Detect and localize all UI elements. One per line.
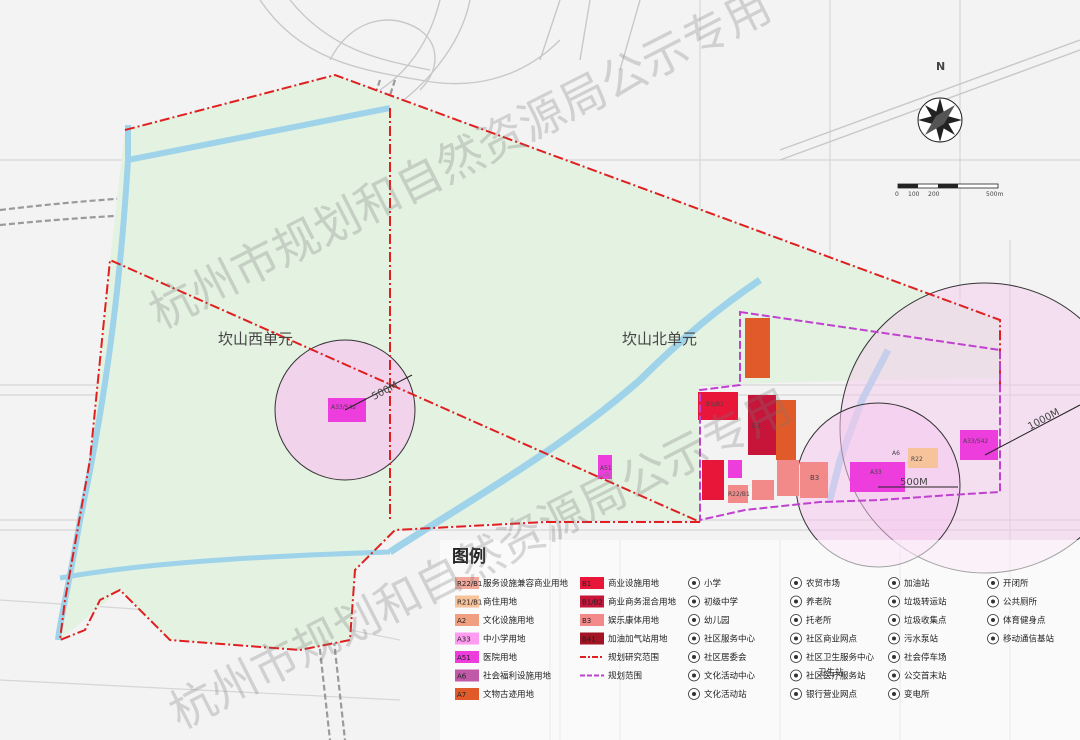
legend-label-col4-0: 农贸市场 [806,578,840,589]
nursing-home-icon-glyph [794,599,798,604]
toilet-icon-glyph [991,599,995,604]
legend-code-col2-0: B1 [582,580,591,588]
unit-label-north: 坎山北单元 [622,330,697,348]
legend-label-col5-6: 变电所 [904,689,930,700]
site-code-east-a33-s42: A33/S42 [963,438,988,445]
legend-label-col4-2: 托老所 [806,615,832,626]
scale-tick-200: 200 [928,191,940,198]
legend-label-col4-1: 养老院 [806,597,832,608]
site-code-r22: R22 [911,456,923,463]
community-shop-icon-glyph [794,636,798,641]
legend-label-col6-0: 开闭所 [1003,578,1029,589]
legend-label-col1-1: 商住用地 [483,597,518,608]
site-code-west-a33: A33/S42 [331,404,356,411]
legend-label-col5-3: 污水泵站 [904,634,939,645]
substation-icon-glyph [892,692,896,696]
legend-label-col4-3: 社区商业网点 [806,634,858,645]
legend-label-col4-4: 社区卫生服务中心 [806,652,875,663]
gas-station-icon-glyph [892,581,896,585]
unit-label-west: 坎山西单元 [218,330,293,348]
sewage-pump-icon-glyph [892,636,896,641]
legend-label-col1-6: 文物古迹用地 [483,689,535,700]
legend-label-col6-2: 体育健身点 [1003,615,1046,626]
legend-label-col5-0: 加油站 [904,578,930,589]
bank-icon-glyph [794,692,798,696]
radius-label-500m-east: 500M [900,477,928,488]
legend-code-col1-3: A33 [457,636,471,644]
legend-code-col1-4: A51 [457,654,471,662]
legend-code-col1-1: R21/B1 [457,599,482,607]
site-code-b3: B3 [810,474,819,482]
legend-code-col1-5: A6 [457,673,467,681]
legend-label-col3-3: 社区服务中心 [704,634,756,645]
legend-label-col2-0: 商业设施用地 [608,578,660,589]
site-code-r22b1: R22/B1 [728,491,750,498]
market-icon-glyph [794,581,798,585]
legend-label-col3-6: 文化活动站 [704,689,747,700]
legend-label-col2-2: 娱乐康体用地 [608,615,660,626]
scale-tick-0: 0 [895,191,899,198]
legend-label-col5-4: 社会停车场 [904,652,947,663]
scale-tick-100: 100 [908,191,920,198]
legend-label-col5-5: 公交首末站 [904,671,947,682]
legend: 图例 R22/B1 服务设施兼容商业用地R21/B1 商住用地A2 文化设施用地A33… [440,540,1080,740]
legend-label-col6-3: 移动通信基站 [1003,634,1055,645]
legend-label-col3-1: 初级中学 [704,597,739,608]
legend-code-col1-2: A2 [457,617,466,625]
legend-label-col1-3: 中小学用地 [483,634,526,645]
legend-label-col6-1: 公共厕所 [1003,597,1038,608]
scale-tick-500m: 500m [986,191,1003,198]
legend-code-col2-1: B1/B2 [582,599,603,607]
land-use-map: 坎山西单元 坎山北单元 500M 500M 1000M A33/S42 A51 … [0,0,1080,740]
legend-label-col5-2: 垃圾收集点 [904,615,947,626]
legend-label-col1-4: 医院用地 [483,652,518,663]
primary-school-icon-glyph [692,581,696,585]
culture-center-icon-glyph [692,673,696,678]
waste-collection-icon-glyph [892,618,896,622]
legend-label-col1-5: 社会福利设施用地 [483,671,552,682]
legend-label-col2-1: 商业商务混合用地 [608,597,677,608]
kindergarten-icon-glyph [692,618,696,622]
legend-label-col2-3: 加油加气站用地 [608,634,668,645]
legend-label-col4-6: 银行营业网点 [806,689,858,700]
elder-care-icon-glyph [794,618,798,622]
legend-label-col3-5: 文化活动中心 [704,671,756,682]
fitness-icon-glyph [991,618,995,622]
legend-label-col3-0: 小学 [704,578,722,589]
residents-committee-icon-glyph [692,655,696,659]
legend-label-col2-5: 规划范围 [608,671,642,682]
legend-label-col5-1: 垃圾转运站 [904,597,947,608]
bus-terminal-icon-glyph [892,673,896,678]
culture-station-icon-glyph [692,692,696,696]
legend-label-col3-2: 幼儿园 [704,615,730,626]
legend-code-col2-3: B41 [582,636,596,644]
middle-school-icon-glyph [692,599,696,604]
legend-code-col2-2: B3 [582,617,591,625]
legend-label-col1-2: 文化设施用地 [483,615,535,626]
health-station-icon-glyph [794,673,798,678]
site-code-east-a33: A33 [870,469,882,476]
legend-label-col3-4: 社区居委会 [704,652,747,663]
telecom-icon-glyph [991,636,995,641]
switch-station-icon-glyph [991,581,995,585]
health-center-icon-glyph [794,655,798,659]
community-center-icon-glyph [692,636,696,641]
parking-icon-glyph [892,655,896,659]
north-label: N [936,60,945,73]
legend-extra-label: 卫生站 [818,667,844,678]
site-code-a6: A6 [892,450,900,457]
waste-transfer-icon-glyph [892,599,896,604]
legend-label-col2-4: 规划研究范围 [608,652,659,663]
legend-code-col1-6: A7 [457,691,466,699]
